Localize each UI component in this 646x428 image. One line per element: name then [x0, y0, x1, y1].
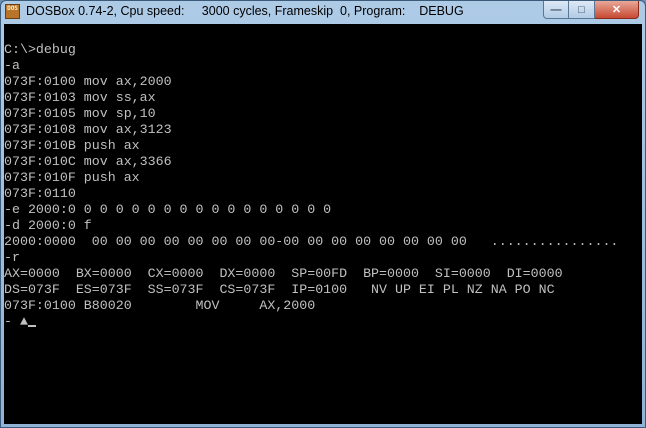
debug-prompt: - [4, 314, 20, 329]
console-line: -r [4, 250, 20, 265]
console-output: C:\>debug -a 073F:0100 mov ax,2000 073F:… [4, 42, 618, 330]
console-line: 073F:0100 B80020 MOV AX,2000 [4, 298, 316, 313]
dosbox-window: DOS DOSBox 0.74-2, Cpu speed: 3000 cycle… [0, 0, 646, 428]
console-line: 073F:0100 mov ax,2000 [4, 74, 172, 89]
minimize-button[interactable]: — [543, 1, 569, 19]
window-title: DOSBox 0.74-2, Cpu speed: 3000 cycles, F… [26, 4, 464, 18]
console-line: 073F:010F push ax [4, 170, 140, 185]
console-line: 073F:010C mov ax,3366 [4, 154, 172, 169]
text-cursor [27, 325, 36, 327]
console-line: 073F:010B push ax [4, 138, 140, 153]
dos-console-screen[interactable]: C:\>debug -a 073F:0100 mov ax,2000 073F:… [4, 24, 642, 424]
maximize-button[interactable]: □ [569, 1, 595, 19]
console-line: C:\>debug [4, 42, 76, 57]
close-button[interactable]: ✕ [595, 1, 639, 19]
console-line: -a [4, 58, 20, 73]
console-line: 073F:0103 mov ss,ax [4, 90, 156, 105]
console-line: 073F:0105 mov sp,10 [4, 106, 156, 121]
console-line: 073F:0110 [4, 186, 76, 201]
window-controls: — □ ✕ [543, 1, 639, 19]
dosbox-app-icon[interactable]: DOS [5, 4, 20, 19]
console-line: DS=073F ES=073F SS=073F CS=073F IP=0100 … [4, 282, 555, 297]
console-line: 2000:0000 00 00 00 00 00 00 00 00-00 00 … [4, 234, 619, 249]
command-prompt-line[interactable]: - ▲ [4, 314, 618, 330]
console-line: -d 2000:0 f [4, 218, 92, 233]
console-line: AX=0000 BX=0000 CX=0000 DX=0000 SP=00FD … [4, 266, 563, 281]
title-bar[interactable]: DOS DOSBox 0.74-2, Cpu speed: 3000 cycle… [1, 1, 645, 23]
console-line: 073F:0108 mov ax,3123 [4, 122, 172, 137]
console-line: -e 2000:0 0 0 0 0 0 0 0 0 0 0 0 0 0 0 0 … [4, 202, 332, 217]
mouse-arrow-icon: ▲ [19, 314, 28, 329]
